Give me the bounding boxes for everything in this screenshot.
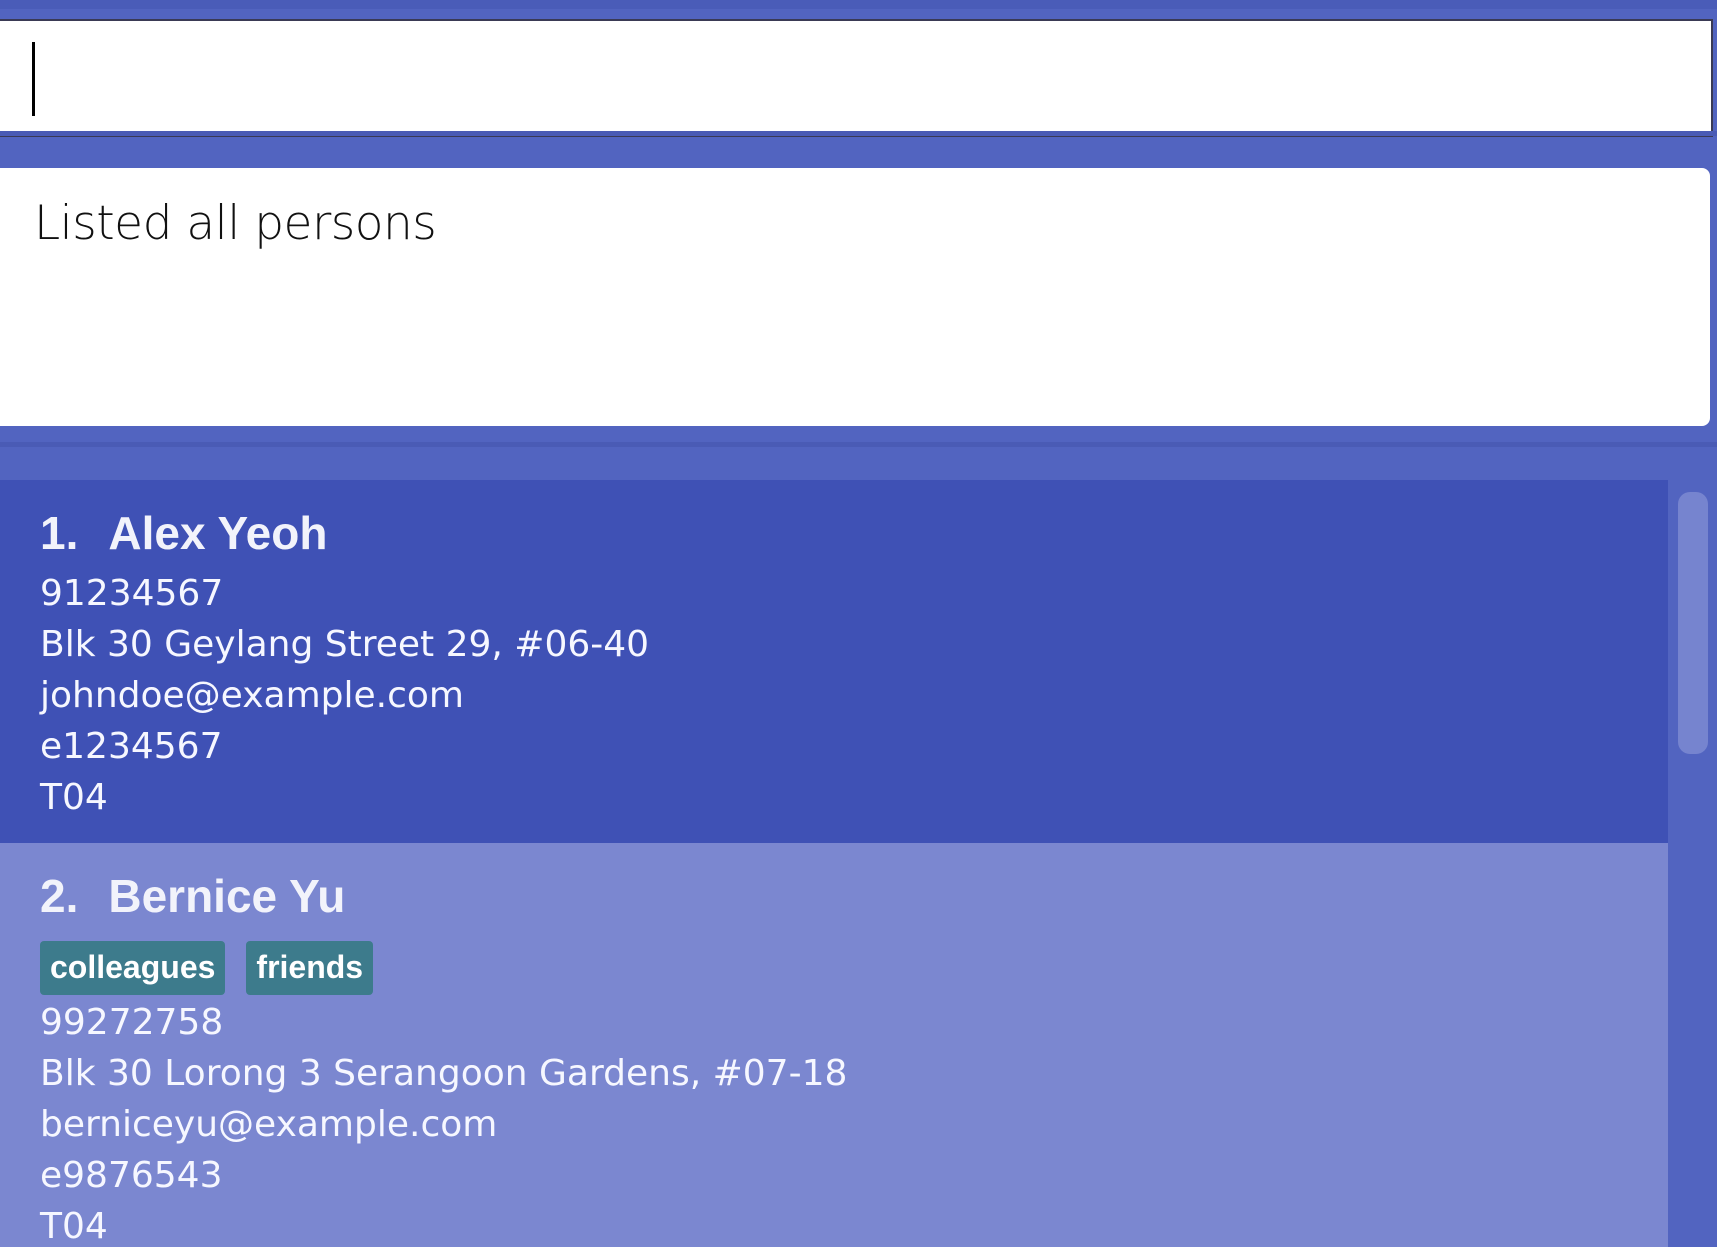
result-display: Listed all persons xyxy=(0,168,1710,426)
person-index: 2. xyxy=(40,870,79,922)
person-index: 1. xyxy=(40,507,79,559)
divider xyxy=(0,131,1717,136)
person-phone: 99272758 xyxy=(40,1002,224,1043)
person-name: Bernice Yu xyxy=(108,870,346,922)
scrollbar-thumb[interactable] xyxy=(1678,492,1708,754)
person-card-title: 2. Bernice Yu xyxy=(40,869,1628,927)
person-email: johndoe@example.com xyxy=(40,675,464,716)
divider xyxy=(0,442,1717,447)
tag-badge: colleagues xyxy=(40,941,226,995)
tag-badge: friends xyxy=(246,941,374,995)
person-name: Alex Yeoh xyxy=(108,507,328,559)
person-address: Blk 30 Geylang Street 29, #06-40 xyxy=(40,624,650,665)
command-box-container xyxy=(0,0,1717,145)
tag-list: colleagues friends xyxy=(40,941,1628,995)
result-message: Listed all persons xyxy=(34,196,437,251)
command-input[interactable] xyxy=(0,19,1713,137)
person-email: berniceyu@example.com xyxy=(40,1104,498,1145)
person-list[interactable]: 1. Alex Yeoh 91234567 Blk 30 Geylang Str… xyxy=(0,480,1717,1247)
person-card-title: 1. Alex Yeoh xyxy=(40,506,1628,564)
person-id: e1234567 xyxy=(40,726,223,767)
person-card[interactable]: 2. Bernice Yu colleagues friends 9927275… xyxy=(0,843,1668,1247)
text-caret xyxy=(32,42,35,116)
app-window: Listed all persons 1. Alex Yeoh 91234567… xyxy=(0,0,1717,1247)
person-tutorial: T04 xyxy=(40,777,108,818)
person-address: Blk 30 Lorong 3 Serangoon Gardens, #07-1… xyxy=(40,1053,848,1094)
person-phone: 91234567 xyxy=(40,573,224,614)
person-tutorial: T04 xyxy=(40,1206,108,1247)
person-card[interactable]: 1. Alex Yeoh 91234567 Blk 30 Geylang Str… xyxy=(0,480,1668,843)
scrollbar-track[interactable] xyxy=(1668,480,1717,1247)
person-id: e9876543 xyxy=(40,1155,223,1196)
